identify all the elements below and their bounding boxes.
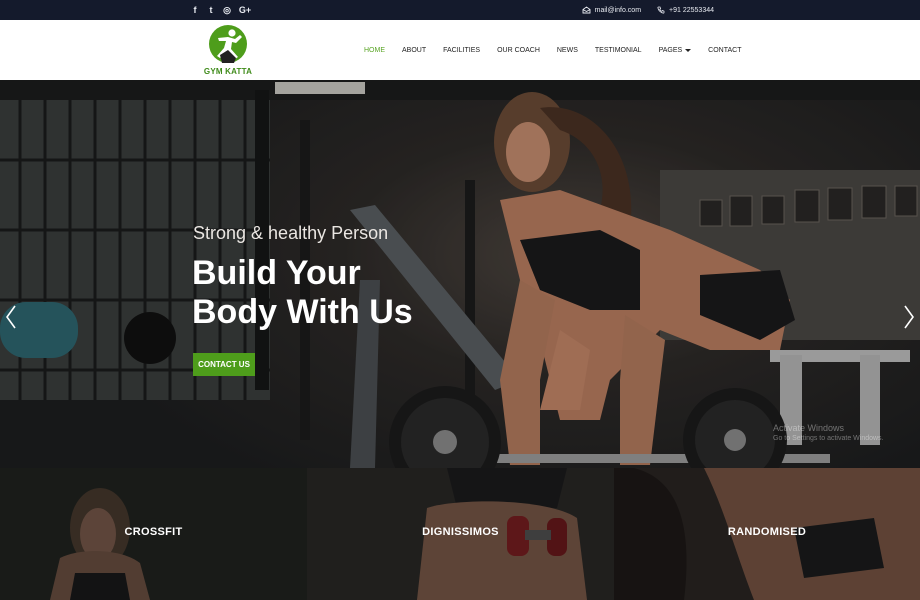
athlete-logo-icon xyxy=(209,25,247,63)
top-bar: f t ◎ G+ mail@info.com +91 22553344 xyxy=(0,0,920,20)
phone-icon xyxy=(657,6,665,14)
envelope-icon xyxy=(582,6,591,14)
site-header: GYM KATTA HOME ABOUT FACILITIES OUR COAC… xyxy=(0,20,920,80)
hero-background-image xyxy=(0,80,920,468)
tile-dignissimos[interactable]: DIGNISSIMOS xyxy=(307,468,614,600)
hero-subtitle: Strong & healthy Person xyxy=(193,223,389,243)
nav-our-coach[interactable]: OUR COACH xyxy=(497,47,540,54)
watermark-line-1: Activate Windows xyxy=(773,423,845,433)
caret-down-icon xyxy=(685,48,692,52)
email-item[interactable]: mail@info.com xyxy=(582,6,641,14)
program-tiles: CROSSFIT DIGNISSIMOS RANDOMISED xyxy=(0,468,920,600)
hero-slider: Strong & healthy Person Build Your Body … xyxy=(0,80,920,468)
main-nav: HOME ABOUT FACILITIES OUR COACH NEWS TES… xyxy=(364,20,758,80)
brand-name: GYM KATTA xyxy=(203,67,253,76)
phone-text: +91 22553344 xyxy=(669,6,714,14)
phone-item[interactable]: +91 22553344 xyxy=(657,6,714,14)
nav-news[interactable]: NEWS xyxy=(557,47,578,54)
hero-title-line-1: Build Your xyxy=(192,254,361,292)
instagram-icon[interactable]: ◎ xyxy=(222,5,232,16)
tile-label-randomised: RANDOMISED xyxy=(727,526,807,538)
tile-label-dignissimos: DIGNISSIMOS xyxy=(422,526,499,538)
tile-randomised[interactable]: RANDOMISED xyxy=(614,468,920,600)
slider-prev-arrow-icon[interactable] xyxy=(4,304,18,330)
email-text: mail@info.com xyxy=(594,6,642,14)
nav-testimonial[interactable]: TESTIMONIAL xyxy=(595,47,642,54)
contact-info: mail@info.com +91 22553344 xyxy=(582,0,714,20)
tile-crossfit[interactable]: CROSSFIT xyxy=(0,468,307,600)
facebook-icon[interactable]: f xyxy=(190,5,200,15)
watermark-line-2: Go to Settings to activate Windows. xyxy=(773,435,884,442)
tile-label-crossfit: CROSSFIT xyxy=(124,526,183,538)
nav-facilities[interactable]: FACILITIES xyxy=(443,47,480,54)
twitter-icon[interactable]: t xyxy=(206,5,216,15)
nav-home[interactable]: HOME xyxy=(364,47,385,54)
google-plus-icon[interactable]: G+ xyxy=(238,5,252,15)
nav-pages[interactable]: PAGES xyxy=(659,47,692,54)
nav-about[interactable]: ABOUT xyxy=(402,47,426,54)
logo[interactable]: GYM KATTA xyxy=(203,24,253,76)
contact-us-button[interactable]: CONTACT US xyxy=(193,353,255,376)
social-links: f t ◎ G+ xyxy=(190,0,252,20)
slider-next-arrow-icon[interactable] xyxy=(902,304,916,330)
windows-activation-watermark: Activate Windows Go to Settings to activ… xyxy=(773,423,884,442)
hero-title-line-2: Body With Us xyxy=(192,293,413,331)
hero-title: Build Your Body With Us xyxy=(192,254,452,332)
nav-contact[interactable]: CONTACT xyxy=(708,47,741,54)
nav-pages-label: PAGES xyxy=(658,46,683,54)
